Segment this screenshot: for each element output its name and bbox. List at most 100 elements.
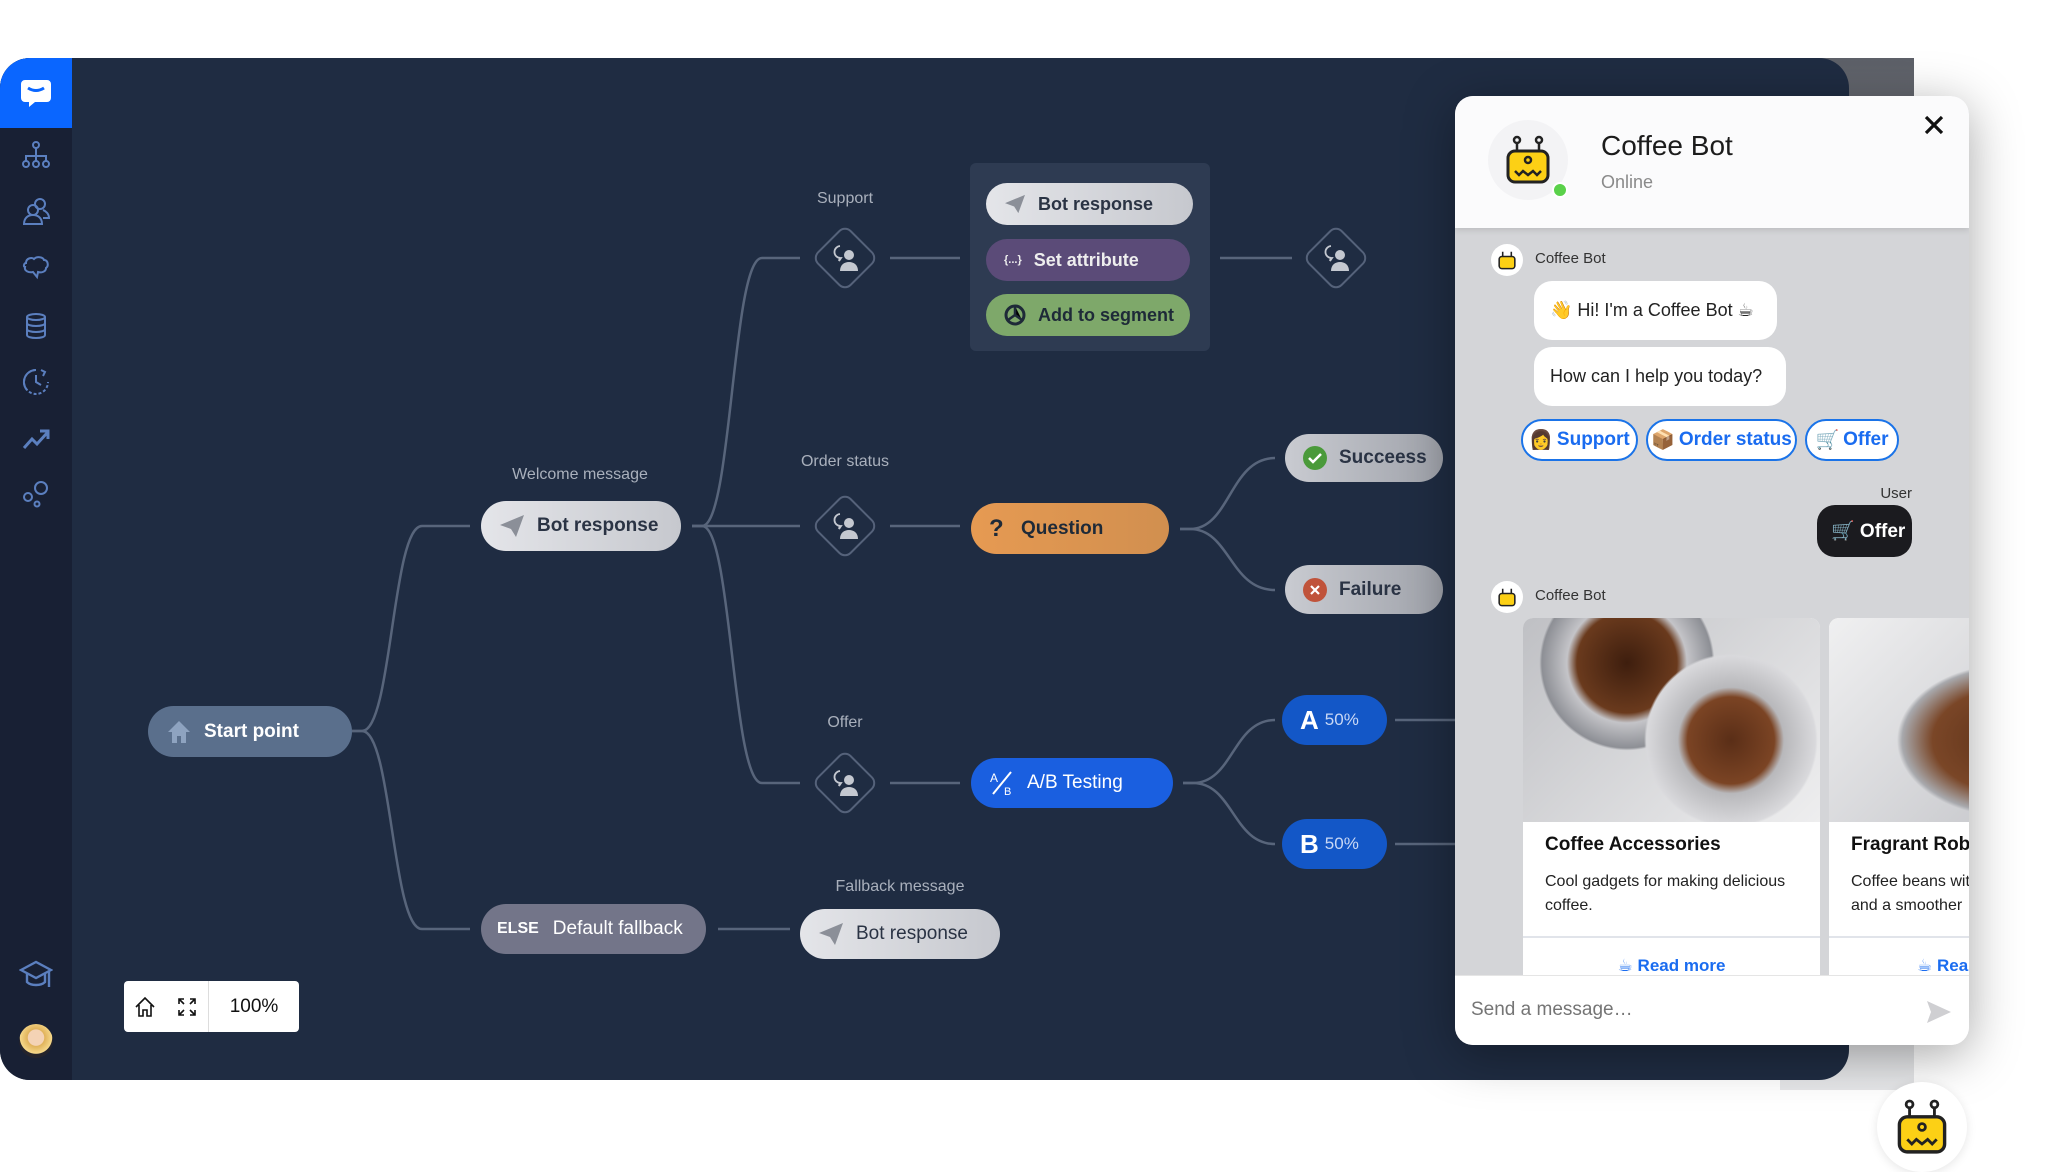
expand-icon <box>178 997 196 1016</box>
send-icon <box>819 923 843 945</box>
node-label: Set attribute <box>1033 249 1139 270</box>
bot-message: 👋 Hi! I'm a Coffee Bot ☕ <box>1534 281 1777 340</box>
support-label: Support <box>816 190 874 207</box>
variant-a-node[interactable]: A 50% <box>1282 695 1387 745</box>
zoom-level[interactable]: 100% <box>209 996 299 1018</box>
ab-testing-node[interactable]: AB A/B Testing <box>971 758 1173 808</box>
quick-reply-order-status[interactable]: 📦 Order status <box>1646 419 1797 461</box>
quick-reply-label: Order status <box>1678 429 1792 450</box>
fallback-bot-response-node[interactable]: Bot response <box>800 909 1000 959</box>
welcome-bot-response-node[interactable]: Bot response <box>481 501 681 551</box>
set-attribute-node[interactable]: {...} Set attribute <box>986 239 1190 281</box>
message-input[interactable] <box>1471 990 1891 1030</box>
node-label: Failure <box>1339 578 1402 600</box>
add-to-segment-node[interactable]: Add to segment <box>986 294 1190 336</box>
card-title: Coffee Accessories <box>1545 834 1721 855</box>
node-label: Question <box>1021 517 1104 539</box>
robot-icon <box>1498 588 1516 607</box>
variant-pct: 50% <box>1324 834 1359 853</box>
fallback-message-label: Fallback message <box>835 878 965 895</box>
welcome-message-label: Welcome message <box>512 466 648 483</box>
variant-pct: 50% <box>1324 710 1359 729</box>
send-icon <box>1927 1001 1951 1023</box>
bot-avatar <box>1488 120 1568 200</box>
robot-icon <box>1897 1099 1947 1154</box>
close-icon <box>1924 115 1944 135</box>
group-bot-response-node[interactable]: Bot response <box>986 183 1193 225</box>
message-composer <box>1455 975 1969 1045</box>
chat-header: Coffee Bot Online <box>1455 96 1969 228</box>
read-more-button[interactable]: ☕ Read more <box>1523 956 1820 976</box>
quick-reply-support[interactable]: 👩 Support <box>1521 419 1638 461</box>
default-fallback-node[interactable]: ELSE Default fallback <box>481 904 706 954</box>
user-message: 🛒 Offer <box>1817 505 1912 557</box>
quick-reply-label: Offer <box>1843 429 1889 450</box>
failure-node[interactable]: Failure <box>1285 565 1443 614</box>
offer-label: Offer <box>827 714 863 731</box>
card-title: Fragrant Robu <box>1851 834 1969 855</box>
quick-reply-offer[interactable]: 🛒 Offer <box>1805 419 1899 461</box>
braces-icon: {...} <box>1004 254 1022 266</box>
read-more-button[interactable]: ☕ Rea <box>1829 956 1969 976</box>
success-node[interactable]: Succeess <box>1285 434 1443 482</box>
send-button[interactable] <box>1925 998 1953 1031</box>
coffee-beans-image <box>1829 618 1969 822</box>
user-label: User <box>1880 485 1912 502</box>
pie-chart-icon <box>1004 304 1026 326</box>
home-view-button[interactable] <box>124 996 166 1018</box>
x-circle-icon <box>1303 577 1327 602</box>
node-label: Succeess <box>1339 447 1427 468</box>
else-tag: ELSE <box>497 920 539 937</box>
user-chat-icon <box>833 513 858 539</box>
node-label: Bot response <box>856 923 968 944</box>
variant-letter: A <box>1300 704 1319 735</box>
check-circle-icon <box>1303 446 1327 470</box>
home-icon <box>168 720 190 743</box>
divider <box>1829 936 1969 938</box>
send-icon <box>1005 194 1025 214</box>
chat-widget: Coffee Bot Online Coffee Bot 👋 Hi! I'm a… <box>1455 96 1969 1045</box>
zoom-control: 100% <box>124 981 299 1032</box>
sender-name: Coffee Bot <box>1535 587 1606 604</box>
woman-emoji-icon: 👩 <box>1529 430 1553 451</box>
start-point-node[interactable]: Start point <box>148 706 352 757</box>
question-node[interactable]: ? Question <box>971 503 1169 554</box>
node-label: Default fallback <box>552 918 683 939</box>
quick-reply-label: Support <box>1556 429 1630 450</box>
user-chat-icon <box>833 245 858 271</box>
robot-icon <box>1498 251 1516 270</box>
package-emoji-icon: 📦 <box>1651 430 1675 451</box>
node-label: A/B Testing <box>1027 772 1123 793</box>
chat-status: Online <box>1601 172 1654 192</box>
user-chat-icon <box>833 770 858 796</box>
svg-text:A: A <box>990 771 998 785</box>
chat-launcher-button[interactable] <box>1877 1082 1967 1172</box>
variant-b-node[interactable]: B 50% <box>1282 819 1387 869</box>
card-description: Coffee beans wit and a smoother <box>1851 873 1969 914</box>
ab-split-icon: AB <box>990 771 1012 796</box>
node-label: Add to segment <box>1038 304 1175 325</box>
close-button[interactable] <box>1921 112 1947 143</box>
online-dot <box>1552 182 1568 198</box>
cart-emoji-icon: 🛒 <box>1815 430 1840 451</box>
coffee-accessories-image <box>1523 618 1820 822</box>
user-chat-icon <box>1324 245 1349 271</box>
send-icon <box>500 515 524 537</box>
bot-mini-avatar <box>1491 581 1523 613</box>
bot-message: How can I help you today? <box>1534 347 1786 406</box>
node-label: Bot response <box>1038 193 1154 214</box>
robot-icon <box>1506 135 1550 184</box>
node-label: Start point <box>204 720 299 742</box>
chat-title: Coffee Bot <box>1601 130 1733 161</box>
order-status-label: Order status <box>800 453 890 470</box>
svg-text:B: B <box>1004 786 1011 796</box>
variant-letter: B <box>1300 828 1319 859</box>
divider <box>1523 936 1820 938</box>
bot-mini-avatar <box>1491 244 1523 276</box>
question-icon: ? <box>989 514 1004 542</box>
fit-screen-button[interactable] <box>166 997 208 1017</box>
node-label: Bot response <box>537 515 659 536</box>
home-icon <box>135 996 155 1017</box>
card-description: Cool gadgets for making delicious coffee… <box>1545 873 1786 914</box>
sender-name: Coffee Bot <box>1535 250 1606 267</box>
